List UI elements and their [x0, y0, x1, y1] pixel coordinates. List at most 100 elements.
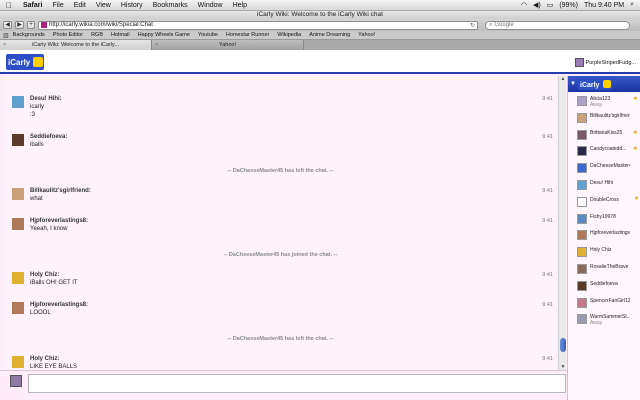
tab-yahoo[interactable]: × Yahoo! [152, 40, 304, 50]
user-list-sidebar: ▼ iCarly Alicia123 Away ★ Billkaulitz'sgirl… [567, 76, 640, 400]
back-button[interactable]: ◀ [3, 21, 12, 29]
user-list-item[interactable]: Seddiefoeva [568, 279, 640, 295]
chat-page: iCarly PurpleStripedFudg... Desu! Hihi: 9… [0, 50, 640, 400]
chat-scrollbar[interactable]: ▲ ▼ [558, 76, 566, 370]
reload-icon[interactable]: ↻ [470, 22, 475, 29]
clock[interactable]: Thu 9:40 PM [584, 2, 624, 9]
spotlight-icon[interactable]: ⌕ [630, 1, 634, 9]
message-text: LOOOL [30, 310, 51, 316]
user-status: Away [590, 320, 603, 327]
user-name: DoubleCross [590, 196, 619, 203]
url-text[interactable]: http://icarly.wikia.com/wiki/Special:Cha… [49, 22, 153, 28]
scroll-up-icon[interactable]: ▲ [559, 76, 567, 82]
user-list-item[interactable]: DaCheeseMaster45 [568, 161, 640, 177]
message-author[interactable]: Holy Chiz: [30, 272, 59, 278]
bookmark-item[interactable]: Homestar Runner [222, 32, 273, 38]
bookmark-item[interactable]: Photo Editor [49, 32, 87, 38]
close-icon[interactable]: × [155, 40, 158, 50]
user-list-item[interactable]: RosalieTheBrave [568, 262, 640, 278]
message-author[interactable]: Desu! Hihi: [30, 96, 62, 102]
user-list-item[interactable]: DoubleCross ♥ [568, 195, 640, 211]
forward-button[interactable]: ▶ [15, 21, 24, 29]
avatar[interactable] [12, 272, 24, 284]
icarly-logo[interactable]: iCarly [6, 54, 44, 70]
user-list-item[interactable]: Alicia123 Away ★ [568, 94, 640, 110]
message-time: 9:41 [542, 356, 553, 362]
message-input[interactable] [28, 374, 566, 393]
menu-view[interactable]: View [91, 2, 116, 9]
bookmark-item[interactable]: Backgrounds [9, 32, 49, 38]
bookmark-item[interactable]: Happy Wheels Game [134, 32, 194, 38]
avatar [577, 297, 587, 308]
message-author[interactable]: Seddiefoeva: [30, 134, 67, 140]
user-list-item[interactable]: Candycoatedd... ★ [568, 144, 640, 160]
bookmark-item[interactable]: Hotmail [107, 32, 134, 38]
bookmark-item[interactable]: Yahoo! [354, 32, 379, 38]
user-list-item[interactable]: WarmSummerSt... Away [568, 312, 640, 328]
message-time: 9:41 [542, 96, 553, 102]
user-list-item[interactable]: Fishy19978 [568, 212, 640, 228]
add-bookmark-button[interactable]: + [27, 21, 35, 29]
avatar [577, 213, 587, 224]
user-name: Hjpforeverlastings8 [590, 230, 630, 237]
battery-icon[interactable]: ▭ [547, 1, 554, 9]
apple-icon[interactable]:  [0, 1, 18, 10]
bookmark-item[interactable]: Anime Dreaming [305, 32, 354, 38]
scroll-thumb[interactable] [560, 338, 566, 352]
menu-history[interactable]: History [116, 2, 148, 9]
user-name: Candycoatedd... [590, 146, 627, 153]
room-header[interactable]: ▼ iCarly [568, 76, 640, 92]
search-bar[interactable]: ⌕ [485, 20, 630, 30]
user-list-item[interactable]: Billkaulitz'sgirlfriend [568, 111, 640, 127]
menu-window[interactable]: Window [193, 2, 228, 9]
menu-app[interactable]: Safari [18, 2, 47, 9]
message-author[interactable]: Hjpforeverlastings8: [30, 302, 88, 308]
avatar[interactable] [12, 218, 24, 230]
avatar[interactable] [12, 188, 24, 200]
heart-icon: ♥ [634, 195, 638, 202]
message-author[interactable]: Hjpforeverlastings8: [30, 218, 88, 224]
menu-edit[interactable]: Edit [69, 2, 91, 9]
chat-messages[interactable]: Desu! Hihi: 9:41 icarly:3 Seddiefoeva: 9:41 i… [4, 76, 557, 370]
icarly-logo: iCarly [578, 78, 612, 90]
mac-menubar:  Safari File Edit View History Bookmark… [0, 0, 640, 11]
bookmark-item[interactable]: RGB [87, 32, 107, 38]
message-author[interactable]: Billkaulitz'sgirlfriend: [30, 188, 91, 194]
avatar[interactable] [12, 134, 24, 146]
address-bar[interactable]: http://icarly.wikia.com/wiki/Special:Cha… [38, 20, 478, 30]
menu-file[interactable]: File [47, 2, 68, 9]
close-icon[interactable]: × [3, 40, 6, 50]
current-username: PurpleStripedFudg... [585, 59, 636, 66]
battery-percent: (99%) [559, 1, 578, 9]
chat-input-bar [0, 370, 567, 400]
bookmark-item[interactable]: Wikipedia [273, 32, 305, 38]
avatar[interactable] [12, 302, 24, 314]
message-author[interactable]: Holy Chiz: [30, 356, 59, 362]
current-user[interactable]: PurpleStripedFudg... [574, 58, 636, 67]
menu-bookmarks[interactable]: Bookmarks [148, 2, 193, 9]
message-time: 9:41 [542, 188, 553, 194]
user-list-item[interactable]: Holy Chiz [568, 245, 640, 261]
chevron-down-icon[interactable]: ▼ [570, 81, 576, 87]
bookmark-item[interactable]: Youtube [194, 32, 222, 38]
avatar [577, 314, 587, 325]
favicon-icon [41, 22, 47, 28]
search-input[interactable] [494, 22, 615, 28]
menu-help[interactable]: Help [228, 2, 252, 9]
avatar[interactable] [12, 96, 24, 108]
user-list-item[interactable]: Desu! Hihi [568, 178, 640, 194]
wifi-icon[interactable]: ◠ [521, 1, 527, 9]
message-time: 9:41 [542, 302, 553, 308]
avatar[interactable] [12, 356, 24, 368]
star-icon: ★ [632, 129, 638, 136]
volume-icon[interactable]: ◀) [533, 1, 541, 9]
tab-icarly[interactable]: × iCarly Wiki: Welcome to the iCarly... [0, 40, 152, 50]
message-text: Yeeah, I know [30, 226, 68, 232]
tab-label: Yahoo! [218, 42, 237, 48]
user-list-item[interactable]: BrittanaKiss25 ★ [568, 128, 640, 144]
user-list-item[interactable]: SpencerFanGirl123 [568, 296, 640, 312]
window-title: iCarly Wiki: Welcome to the iCarly Wiki … [0, 11, 640, 19]
user-name: Fishy19978 [590, 213, 616, 220]
user-list-item[interactable]: Hjpforeverlastings8 [568, 228, 640, 244]
user-name: Holy Chiz [590, 247, 612, 254]
